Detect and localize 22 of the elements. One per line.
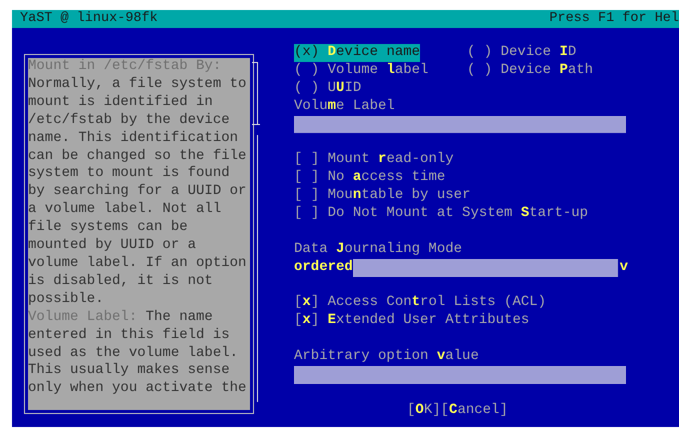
dialog-button[interactable]: [OK] [407,402,441,420]
radio-option[interactable]: ( ) Device ID [467,44,576,62]
checkbox[interactable]: [ ] Mount read-only [294,151,454,170]
radio-option[interactable]: ( ) Device Path [467,62,594,80]
checkbox[interactable]: [ ] Mountable by user [294,187,470,206]
field-label: Arbitrary option value [294,348,479,366]
radio-option[interactable]: ( ) UUID [294,80,362,98]
checkbox[interactable]: [ ] Do Not Mount at System Start-up [294,205,588,223]
dialog-button[interactable]: [Cancel] [440,402,508,420]
checkbox[interactable]: [ ] No access time [294,169,446,188]
field-label: Data Journaling Mode [294,240,462,259]
radio-option[interactable]: ( ) Volume label [294,62,428,80]
help-paragraph: Volume Label: The name entered in this field is used as the volume label. This usually makes sense only when you activate the [28,308,246,398]
help-hint: Press F1 for Hel [549,10,679,28]
option-value-field[interactable] [294,366,626,384]
help-paragraph: Mount in /etc/fstab By: Normally, a file system to mount is identified in /etc/fstab by the device name. This identification can be changed so the file system to mount is found by searching for a UUID or a volume label. Not all file systems can be mounted by UUID or a volume label. If an option is disabled, it is not possible. [28,58,246,309]
volume-label-field[interactable] [294,116,626,134]
radio-option[interactable]: (x) Device name [294,44,420,62]
checkbox[interactable]: [x] Extended User Attributes [294,312,530,330]
field-label: Volume Label [294,98,395,116]
window-title: YaST @ linux-98fk [20,10,158,28]
checkbox[interactable]: [x] Access Control Lists (ACL) [294,294,546,312]
